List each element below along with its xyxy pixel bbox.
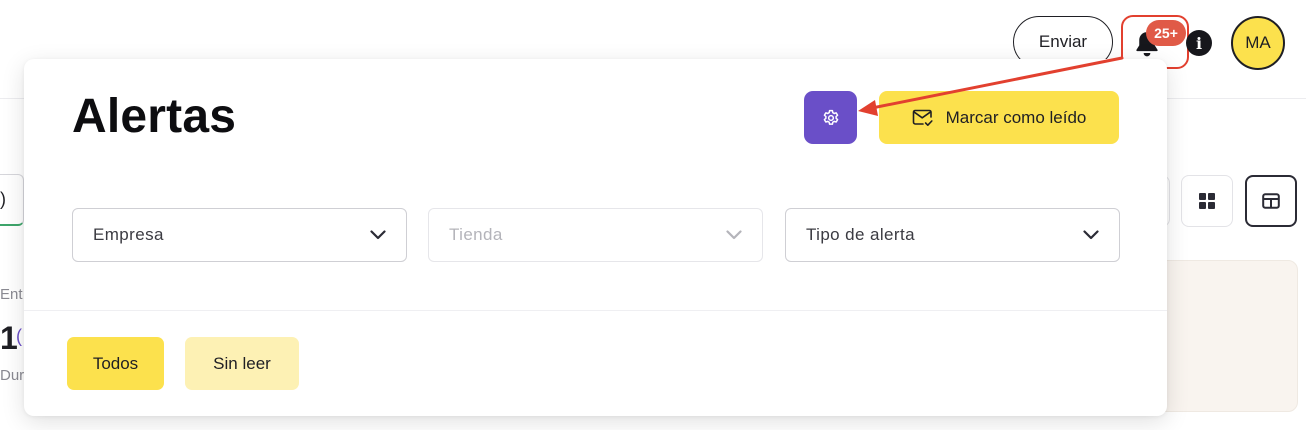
background-stat-sub: Dur (0, 367, 25, 384)
user-avatar[interactable]: MA (1231, 16, 1285, 70)
alert-settings-button[interactable] (804, 91, 857, 144)
mail-check-icon (912, 109, 933, 126)
grid-view-icon (1199, 193, 1215, 209)
company-select-placeholder: Empresa (93, 225, 164, 244)
store-select-placeholder: Tienda (449, 225, 503, 244)
tab-all[interactable]: Todos (67, 337, 164, 390)
gear-icon (823, 109, 838, 125)
info-icon: i (1195, 33, 1203, 53)
mark-as-read-label: Marcar como leído (945, 107, 1087, 127)
background-stat-label: Ent (0, 286, 23, 303)
company-select[interactable]: Empresa (72, 208, 407, 262)
alert-type-select[interactable]: Tipo de alerta (785, 208, 1120, 262)
tab-unread[interactable]: Sin leer (185, 337, 299, 390)
table-view-icon (1262, 193, 1280, 209)
mark-as-read-button[interactable]: Marcar como leído (879, 91, 1119, 144)
alerts-title: Alertas (72, 90, 237, 143)
chevron-down-icon (370, 230, 386, 240)
panel-divider (24, 310, 1167, 311)
background-search-field[interactable]: ) (0, 174, 24, 226)
chevron-down-icon (1083, 230, 1099, 240)
alert-type-select-placeholder: Tipo de alerta (806, 225, 915, 244)
background-card (1160, 260, 1298, 412)
grid-view-button[interactable] (1181, 175, 1233, 227)
background-search-text: ) (0, 189, 6, 209)
alerts-panel: Alertas Marcar como leído Empresa Tienda… (24, 59, 1167, 416)
table-view-button[interactable] (1245, 175, 1297, 227)
background-stat-extra: ( (16, 326, 22, 346)
store-select[interactable]: Tienda (428, 208, 763, 262)
chevron-down-icon (726, 230, 742, 240)
info-button[interactable]: i (1186, 30, 1212, 56)
notification-count-badge: 25+ (1146, 20, 1186, 46)
